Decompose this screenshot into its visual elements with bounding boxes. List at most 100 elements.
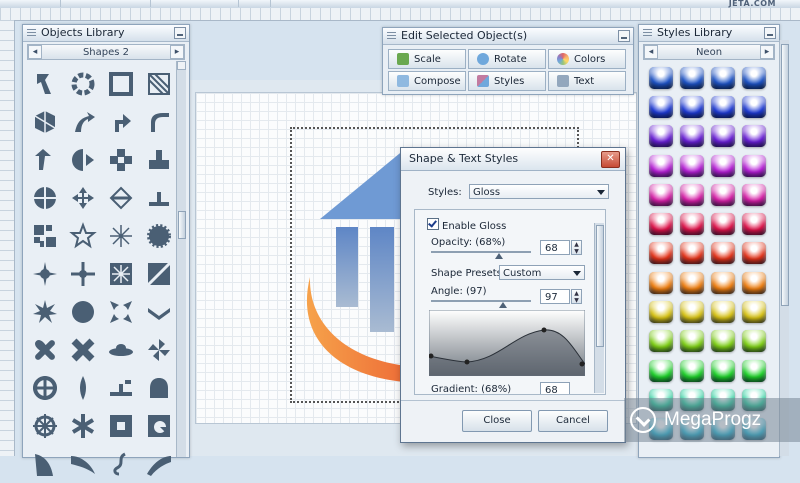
styles-scrollbar[interactable]	[779, 40, 789, 456]
pinwheel-shape[interactable]	[143, 331, 175, 369]
half-circle-arrows-shape[interactable]	[67, 141, 99, 179]
style-swatch[interactable]	[680, 330, 704, 353]
cross-blocks-shape[interactable]	[105, 141, 137, 179]
step-arrow-shape[interactable]	[105, 369, 137, 407]
styles-select[interactable]: Gloss	[469, 184, 609, 199]
spike-star-shape[interactable]	[29, 255, 61, 293]
scroll-up-icon[interactable]	[177, 61, 186, 70]
scroll-thumb[interactable]	[596, 225, 604, 347]
style-swatch[interactable]	[680, 359, 704, 382]
style-swatch[interactable]	[742, 271, 766, 294]
next-style-category-icon[interactable]: ▸	[760, 45, 774, 59]
cube-shape[interactable]	[29, 103, 61, 141]
objects-scrollbar[interactable]	[176, 61, 186, 457]
opacity-slider[interactable]	[431, 251, 531, 259]
opacity-input[interactable]: 68	[540, 240, 570, 255]
cancel-button[interactable]: Cancel	[538, 410, 608, 432]
toolbar-segment[interactable]	[0, 0, 61, 7]
enable-gloss-checkbox[interactable]: Enable Gloss	[427, 218, 506, 232]
style-swatch[interactable]	[649, 213, 673, 236]
arrow-left-shape[interactable]	[29, 141, 61, 179]
spin-arrows-icon[interactable]: ▲ ▼	[571, 240, 582, 255]
close-button[interactable]: Close	[462, 410, 532, 432]
style-swatch[interactable]	[649, 183, 673, 206]
arrow-curve-shape[interactable]	[67, 103, 99, 141]
dialog-title-bar[interactable]: Shape & Text Styles ✕	[401, 148, 625, 171]
style-swatch[interactable]	[711, 330, 735, 353]
style-swatch[interactable]	[711, 301, 735, 324]
style-swatch[interactable]	[742, 330, 766, 353]
style-swatch[interactable]	[649, 242, 673, 265]
scroll-thumb[interactable]	[178, 211, 186, 239]
hook-shape[interactable]	[29, 65, 61, 103]
style-swatch[interactable]	[742, 242, 766, 265]
style-swatch[interactable]	[680, 125, 704, 148]
angle-input[interactable]: 97	[540, 289, 570, 304]
grip-icon[interactable]	[387, 32, 396, 40]
style-swatch[interactable]	[649, 271, 673, 294]
style-swatch[interactable]	[711, 95, 735, 118]
grip-icon[interactable]	[27, 29, 36, 37]
style-swatch[interactable]	[711, 66, 735, 89]
slider-thumb-icon[interactable]	[495, 253, 503, 259]
circle-shape[interactable]	[67, 293, 99, 331]
style-swatch[interactable]	[711, 359, 735, 382]
style-swatch[interactable]	[711, 125, 735, 148]
toolbar-segment[interactable]	[152, 0, 239, 7]
style-swatch[interactable]	[742, 154, 766, 177]
scroll-thumb[interactable]	[781, 44, 789, 306]
style-swatch[interactable]	[711, 154, 735, 177]
target-cross-shape[interactable]	[29, 369, 61, 407]
presets-select[interactable]: Custom	[499, 265, 585, 280]
spin-arrows-icon[interactable]: ▲ ▼	[571, 289, 582, 304]
style-swatch[interactable]	[742, 66, 766, 89]
diagonal-split-shape[interactable]	[143, 255, 175, 293]
slider-thumb-icon[interactable]	[499, 302, 507, 308]
dial-shape[interactable]	[143, 407, 175, 445]
swirl-shape[interactable]	[105, 445, 137, 483]
square-frame-shape[interactable]	[105, 65, 137, 103]
styles-button[interactable]: Styles	[468, 71, 546, 91]
arrows-in-shape[interactable]	[105, 293, 137, 331]
pedestal-shape[interactable]	[143, 179, 175, 217]
starburst-shape[interactable]	[29, 293, 61, 331]
colors-button[interactable]: Colors	[548, 49, 626, 69]
style-swatch[interactable]	[742, 359, 766, 382]
style-swatch[interactable]	[742, 301, 766, 324]
minimize-icon[interactable]	[174, 27, 186, 39]
star-shape[interactable]	[67, 217, 99, 255]
style-swatch[interactable]	[742, 213, 766, 236]
notched-square-shape[interactable]	[105, 407, 137, 445]
snowflake-box-shape[interactable]	[105, 255, 137, 293]
style-swatch[interactable]	[742, 183, 766, 206]
crescent-blade-shape[interactable]	[67, 445, 99, 483]
bent-arrow-shape[interactable]	[105, 103, 137, 141]
asterisk-bold-shape[interactable]	[67, 407, 99, 445]
curve-corner-shape[interactable]	[143, 103, 175, 141]
sunburst-shape[interactable]	[143, 217, 175, 255]
style-swatch[interactable]	[711, 242, 735, 265]
ufo-shape[interactable]	[105, 331, 137, 369]
style-swatch[interactable]	[680, 95, 704, 118]
compose-button[interactable]: Compose	[388, 71, 466, 91]
gloss-curve-editor[interactable]	[429, 310, 585, 376]
close-icon[interactable]: ✕	[601, 151, 620, 168]
scale-button[interactable]: Scale	[388, 49, 466, 69]
bell-shape[interactable]	[143, 369, 175, 407]
plus-burst-shape[interactable]	[67, 255, 99, 293]
style-swatch[interactable]	[680, 242, 704, 265]
style-swatch[interactable]	[649, 359, 673, 382]
style-swatch[interactable]	[649, 154, 673, 177]
dialog-scrollbar[interactable]	[594, 223, 604, 393]
style-swatch[interactable]	[711, 213, 735, 236]
style-swatch[interactable]	[680, 271, 704, 294]
grip-icon[interactable]	[643, 29, 652, 37]
four-petal-shape[interactable]	[29, 331, 61, 369]
minimize-icon[interactable]	[618, 30, 630, 42]
x-cross-shape[interactable]	[67, 331, 99, 369]
style-swatch[interactable]	[649, 95, 673, 118]
diamond-arrows-shape[interactable]	[105, 179, 137, 217]
sun-gear-shape[interactable]	[29, 407, 61, 445]
toolbar-segment[interactable]	[62, 0, 151, 7]
sail-shape[interactable]	[29, 445, 61, 483]
